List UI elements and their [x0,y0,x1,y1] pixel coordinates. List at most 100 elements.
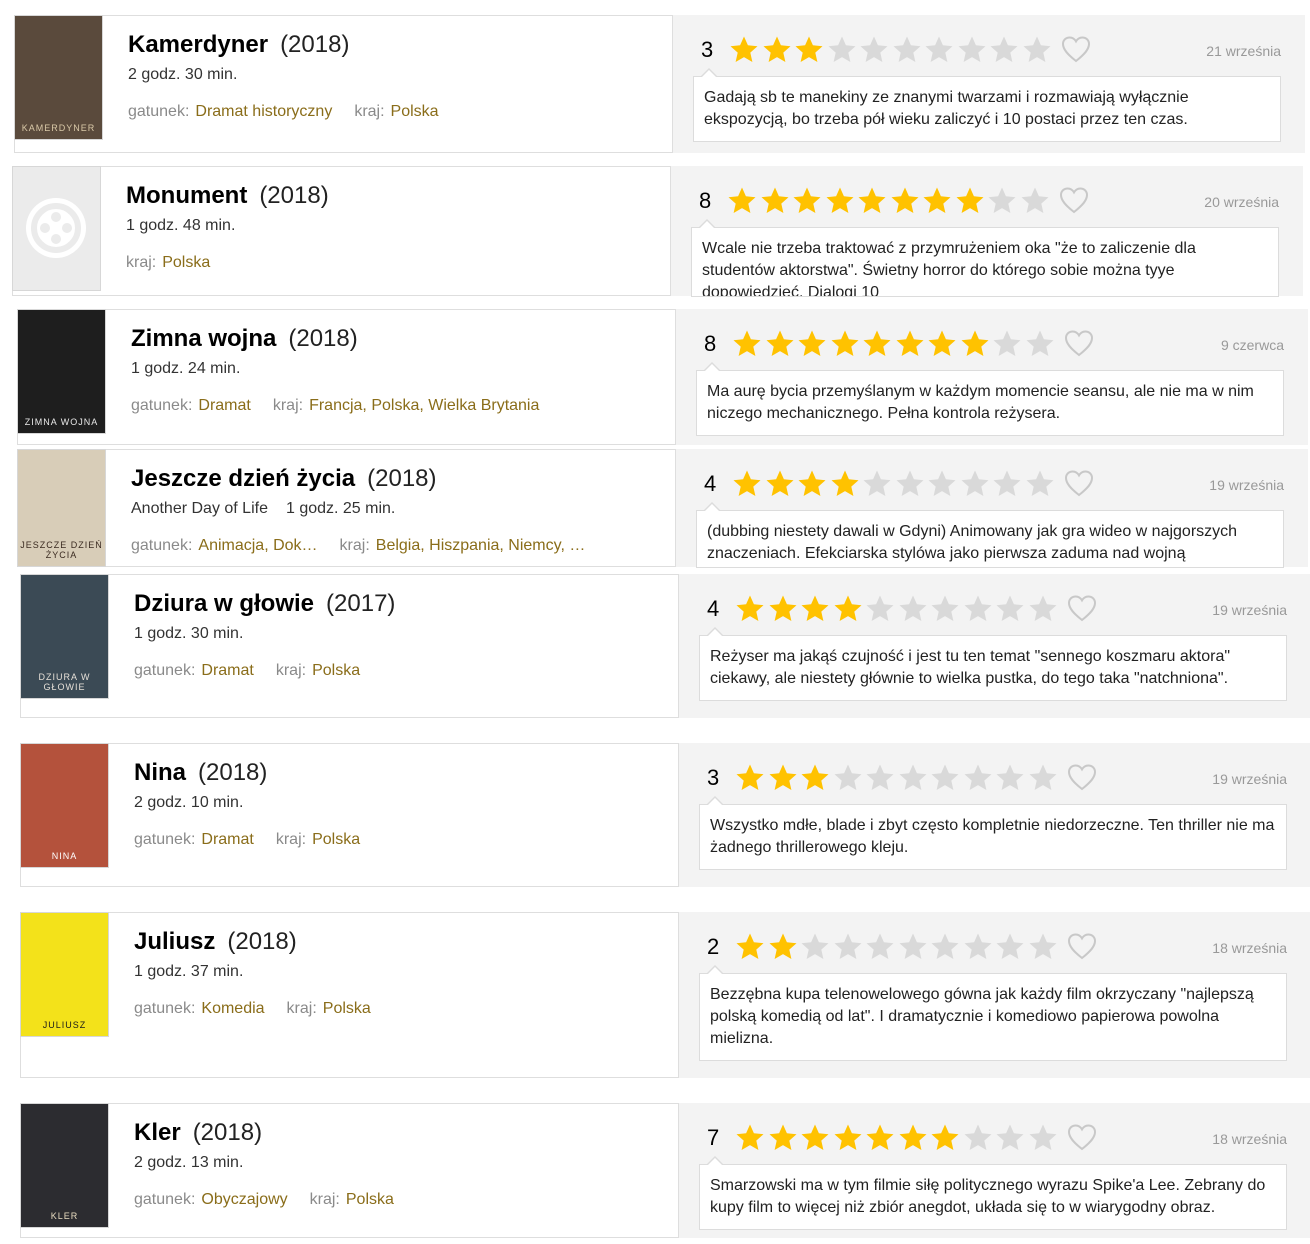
star-filled-icon[interactable] [792,186,822,216]
star-filled-icon[interactable] [857,186,887,216]
star-filled-icon[interactable] [800,1123,830,1153]
rating-stars[interactable] [735,1123,1060,1153]
rating-stars[interactable] [732,329,1057,359]
star-empty-icon[interactable] [898,932,928,962]
heart-icon[interactable] [1059,186,1089,216]
star-filled-icon[interactable] [955,186,985,216]
country-link[interactable]: Polska [312,662,360,679]
country-link[interactable]: Polska [346,1191,394,1208]
heart-icon[interactable] [1064,469,1094,499]
film-poster[interactable]: JULIUSZ [20,912,109,1037]
star-empty-icon[interactable] [1020,186,1050,216]
film-poster-placeholder[interactable] [12,166,101,291]
star-empty-icon[interactable] [930,763,960,793]
star-filled-icon[interactable] [765,469,795,499]
star-filled-icon[interactable] [735,1123,765,1153]
heart-icon[interactable] [1067,763,1097,793]
country-link[interactable]: Francja, Polska, Wielka Brytania [309,397,539,414]
star-filled-icon[interactable] [729,35,759,65]
country-link[interactable]: Polska [312,831,360,848]
country-link[interactable]: Belgia, Hiszpania, Niemcy, … [376,537,586,554]
star-filled-icon[interactable] [895,329,925,359]
genre-link[interactable]: Dramat [201,831,253,848]
film-poster[interactable]: DZIURA W GŁOWIE [20,574,109,699]
star-empty-icon[interactable] [1028,763,1058,793]
country-link[interactable]: Polska [323,1000,371,1017]
star-filled-icon[interactable] [800,594,830,624]
star-empty-icon[interactable] [995,932,1025,962]
heart-icon[interactable] [1067,1123,1097,1153]
film-title-link[interactable]: Kamerdyner [128,31,268,58]
star-filled-icon[interactable] [727,186,757,216]
star-filled-icon[interactable] [898,1123,928,1153]
star-empty-icon[interactable] [1025,329,1055,359]
star-empty-icon[interactable] [924,35,954,65]
genre-link[interactable]: Dramat [198,397,250,414]
film-poster[interactable]: NINA [20,743,109,868]
star-empty-icon[interactable] [892,35,922,65]
country-link[interactable]: Polska [391,103,439,120]
star-empty-icon[interactable] [898,763,928,793]
genre-link[interactable]: Komedia [201,1000,264,1017]
star-empty-icon[interactable] [989,35,1019,65]
heart-icon[interactable] [1064,329,1094,359]
star-empty-icon[interactable] [992,329,1022,359]
film-title-link[interactable]: Juliusz [134,928,215,955]
genre-link[interactable]: Dramat [201,662,253,679]
star-filled-icon[interactable] [735,763,765,793]
rating-stars[interactable] [727,186,1052,216]
rating-stars[interactable] [732,469,1057,499]
star-empty-icon[interactable] [957,35,987,65]
star-empty-icon[interactable] [995,594,1025,624]
heart-icon[interactable] [1067,594,1097,624]
star-filled-icon[interactable] [768,594,798,624]
star-empty-icon[interactable] [1028,932,1058,962]
star-empty-icon[interactable] [963,594,993,624]
star-filled-icon[interactable] [732,469,762,499]
star-filled-icon[interactable] [794,35,824,65]
heart-icon[interactable] [1061,35,1091,65]
star-empty-icon[interactable] [1028,594,1058,624]
film-poster[interactable]: ZIMNA WOJNA [17,309,106,434]
star-filled-icon[interactable] [797,469,827,499]
star-filled-icon[interactable] [830,469,860,499]
star-filled-icon[interactable] [735,932,765,962]
rating-stars[interactable] [735,763,1060,793]
star-empty-icon[interactable] [927,469,957,499]
film-title-link[interactable]: Monument [126,182,247,209]
star-empty-icon[interactable] [963,1123,993,1153]
star-empty-icon[interactable] [859,35,889,65]
star-empty-icon[interactable] [862,469,892,499]
star-empty-icon[interactable] [895,469,925,499]
star-filled-icon[interactable] [732,329,762,359]
star-filled-icon[interactable] [833,1123,863,1153]
film-poster[interactable]: KLER [20,1103,109,1228]
star-filled-icon[interactable] [768,932,798,962]
star-empty-icon[interactable] [865,932,895,962]
star-empty-icon[interactable] [833,932,863,962]
film-title-link[interactable]: Kler [134,1119,181,1146]
genre-link[interactable]: Obyczajowy [201,1191,287,1208]
star-filled-icon[interactable] [735,594,765,624]
star-filled-icon[interactable] [862,329,892,359]
star-filled-icon[interactable] [890,186,920,216]
star-filled-icon[interactable] [760,186,790,216]
film-poster[interactable]: JESZCZE DZIEŃ ŻYCIA [17,449,106,567]
star-filled-icon[interactable] [797,329,827,359]
star-empty-icon[interactable] [1028,1123,1058,1153]
film-title-link[interactable]: Zimna wojna [131,325,276,352]
star-empty-icon[interactable] [1022,35,1052,65]
star-empty-icon[interactable] [833,763,863,793]
star-filled-icon[interactable] [830,329,860,359]
star-filled-icon[interactable] [922,186,952,216]
star-filled-icon[interactable] [930,1123,960,1153]
star-filled-icon[interactable] [865,1123,895,1153]
star-empty-icon[interactable] [827,35,857,65]
film-title-link[interactable]: Nina [134,759,186,786]
star-filled-icon[interactable] [960,329,990,359]
star-empty-icon[interactable] [987,186,1017,216]
star-filled-icon[interactable] [833,594,863,624]
star-filled-icon[interactable] [800,763,830,793]
rating-stars[interactable] [729,35,1054,65]
rating-stars[interactable] [735,932,1060,962]
